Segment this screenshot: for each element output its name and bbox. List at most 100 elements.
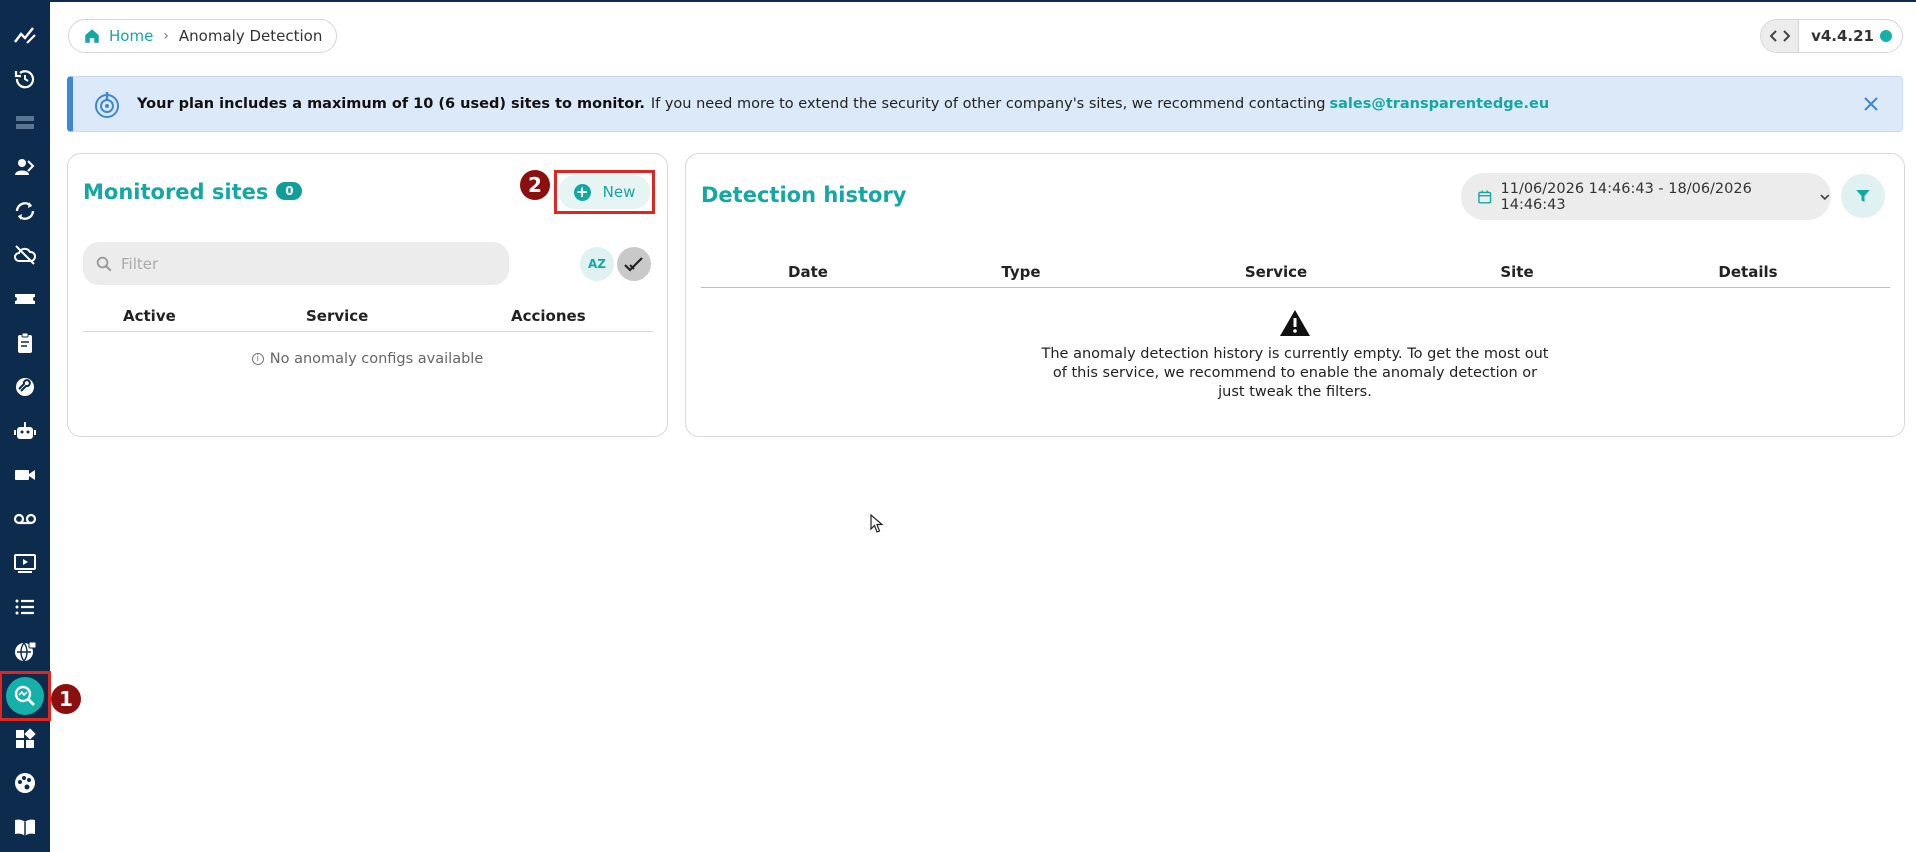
sort-az-button[interactable]: AZ bbox=[580, 247, 614, 281]
history-icon bbox=[14, 70, 35, 89]
filter-icon bbox=[1856, 190, 1870, 202]
monitored-empty-text: No anomaly configs available bbox=[269, 351, 484, 367]
dashboard-icon bbox=[16, 728, 36, 748]
clipboard-icon bbox=[18, 332, 32, 353]
robot-icon bbox=[14, 422, 36, 439]
new-button[interactable]: + New bbox=[559, 175, 650, 209]
active-indicator bbox=[6, 677, 44, 715]
column-type: Type bbox=[1001, 263, 1041, 281]
breadcrumb-separator: › bbox=[163, 28, 169, 44]
history-empty-text: The anomaly detection history is current… bbox=[1041, 346, 1549, 400]
column-active: Active bbox=[123, 307, 176, 325]
step-2-badge: 2 bbox=[520, 170, 550, 200]
sidebar-item-web-security[interactable] bbox=[0, 629, 50, 673]
warning-icon bbox=[1280, 310, 1310, 336]
alert-bold-text: Your plan includes a maximum of 10 (6 us… bbox=[137, 96, 645, 112]
sidebar-item-tickets[interactable] bbox=[0, 277, 50, 321]
detection-history-panel: Detection history 11/06/2026 14:46:43 - … bbox=[685, 153, 1905, 437]
mouse-cursor-icon bbox=[870, 514, 884, 533]
sidebar-item-servers[interactable] bbox=[0, 101, 50, 145]
voicemail-icon bbox=[13, 513, 37, 525]
double-check-icon bbox=[624, 257, 643, 272]
sidebar-item-dashboard[interactable] bbox=[0, 717, 50, 761]
column-details: Details bbox=[1718, 263, 1778, 281]
player-icon bbox=[14, 554, 36, 573]
sidebar-item-video[interactable] bbox=[0, 453, 50, 497]
sidebar-item-player[interactable] bbox=[0, 541, 50, 585]
sidebar-item-analytics[interactable] bbox=[0, 13, 50, 57]
column-site: Site bbox=[1500, 263, 1534, 281]
column-actions: Acciones bbox=[511, 307, 586, 325]
sidebar-item-cloud[interactable] bbox=[0, 233, 50, 277]
date-range-picker[interactable]: 11/06/2026 14:46:43 - 18/06/2026 14:46:4… bbox=[1461, 173, 1831, 220]
sidebar-item-reports[interactable] bbox=[0, 321, 50, 365]
monitored-table-header: Active Service Acciones bbox=[83, 302, 653, 332]
history-table-header: Date Type Service Site Details bbox=[701, 256, 1890, 288]
sort-az-icon: AZ bbox=[588, 257, 606, 271]
date-range-value: 11/06/2026 14:46:43 - 18/06/2026 14:46:4… bbox=[1500, 180, 1752, 213]
close-icon[interactable] bbox=[1860, 93, 1882, 115]
monitored-sites-title-text: Monitored sites bbox=[83, 180, 269, 204]
plan-alert: Your plan includes a maximum of 10 (6 us… bbox=[67, 76, 1903, 132]
plus-circle-icon: + bbox=[573, 183, 591, 201]
video-icon bbox=[15, 470, 35, 480]
sidebar-item-tools[interactable] bbox=[0, 365, 50, 409]
sidebar-item-themes[interactable] bbox=[0, 761, 50, 805]
wrench-icon bbox=[16, 378, 34, 396]
breadcrumb-home[interactable]: Home bbox=[83, 27, 153, 45]
alert-text: If you need more to extend the security … bbox=[650, 96, 1326, 112]
users-icon bbox=[15, 159, 35, 175]
sidebar-item-list[interactable] bbox=[0, 585, 50, 629]
sidebar-item-history[interactable] bbox=[0, 57, 50, 101]
monitored-empty-state: i No anomaly configs available bbox=[68, 351, 667, 367]
search-icon bbox=[96, 256, 112, 271]
sidebar-item-sync[interactable] bbox=[0, 189, 50, 233]
status-dot-icon bbox=[1880, 30, 1892, 42]
column-service: Service bbox=[1244, 263, 1308, 281]
sidebar-item-bots[interactable] bbox=[0, 409, 50, 453]
sync-icon bbox=[15, 202, 35, 220]
breadcrumb-home-label: Home bbox=[109, 27, 154, 45]
monitored-sites-title: Monitored sites 0 bbox=[83, 180, 303, 204]
info-icon: i bbox=[251, 353, 264, 365]
ticket-icon bbox=[15, 294, 35, 304]
version-label: v4.4.21 bbox=[1799, 27, 1902, 45]
monitored-sites-panel: Monitored sites 0 2 + New AZ Active Servi… bbox=[67, 153, 668, 437]
analytics-icon bbox=[14, 27, 36, 44]
alert-icon bbox=[91, 88, 123, 120]
filter-button[interactable] bbox=[1841, 174, 1885, 218]
breadcrumb: Home › Anomaly Detection bbox=[68, 19, 338, 53]
sidebar-item-users[interactable] bbox=[0, 145, 50, 189]
version-pill: v4.4.21 bbox=[1760, 19, 1903, 53]
code-icon bbox=[1769, 30, 1790, 42]
book-icon bbox=[15, 819, 35, 836]
detection-history-title: Detection history bbox=[701, 183, 907, 207]
new-button-highlight: + New bbox=[554, 170, 655, 214]
code-toggle-button[interactable] bbox=[1761, 20, 1800, 52]
servers-icon bbox=[16, 116, 34, 129]
history-empty-state: The anomaly detection history is current… bbox=[686, 309, 1904, 402]
sidebar-item-docs[interactable] bbox=[0, 805, 50, 849]
calendar-icon bbox=[1478, 190, 1492, 204]
new-button-label: New bbox=[602, 183, 636, 201]
top-border bbox=[0, 0, 1916, 2]
chevron-down-icon bbox=[1820, 193, 1830, 200]
column-date: Date bbox=[788, 263, 828, 281]
step-1-badge: 1 bbox=[51, 684, 81, 714]
monitored-count-badge: 0 bbox=[276, 182, 303, 200]
filter-field[interactable] bbox=[83, 242, 509, 285]
alert-email-link[interactable]: sales@transparentedge.eu bbox=[1329, 96, 1549, 112]
sidebar-item-voicemail[interactable] bbox=[0, 497, 50, 541]
filter-input[interactable] bbox=[121, 254, 481, 273]
globe-lock-icon bbox=[15, 641, 37, 663]
cloud-off-icon bbox=[14, 245, 37, 265]
target-alert-icon bbox=[95, 92, 119, 118]
column-service: Service bbox=[306, 307, 369, 325]
anomaly-detection-icon bbox=[14, 685, 35, 706]
list-icon bbox=[15, 599, 34, 615]
palette-icon bbox=[15, 773, 35, 793]
version-text: v4.4.21 bbox=[1811, 27, 1874, 45]
sidebar-item-anomaly-detection[interactable] bbox=[0, 671, 51, 721]
select-all-button[interactable] bbox=[617, 247, 651, 281]
breadcrumb-current: Anomaly Detection bbox=[178, 27, 323, 45]
